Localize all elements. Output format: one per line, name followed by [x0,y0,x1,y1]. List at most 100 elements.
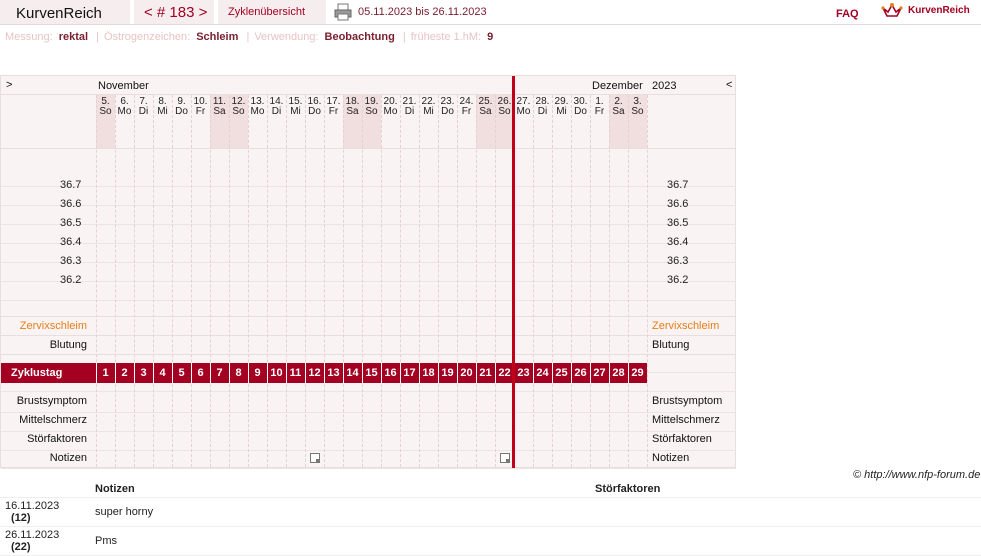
cycle-navigator[interactable]: < # 183 > [134,0,214,24]
note-date: 16.11.2023 [5,500,60,512]
weekday: Di [404,106,415,117]
faq-link[interactable]: FAQ [836,8,859,20]
cycle-day-number: 14 [346,367,359,379]
stoer-header: Störfaktoren [595,483,661,495]
note-icon[interactable] [500,453,510,463]
cycle-day-divider [609,363,610,383]
weekday: Mi [556,106,567,117]
weekday: Sa [213,106,226,117]
app-title: KurvenReich [0,0,130,24]
notes-table: Notizen Störfaktoren 16.11.2023 (12) supe… [0,481,981,556]
crown-logo-icon [881,3,903,17]
meta-separator: | [96,31,99,43]
cycle-overview-link[interactable]: Zyklenübersicht [218,0,326,24]
grid-column [248,95,249,467]
grid-column [172,95,173,467]
grid-column [495,95,496,467]
nav-prev-button[interactable]: > [6,79,12,91]
cycle-day-number: 24 [536,367,549,379]
cycle-day-divider [362,363,363,383]
cycle-day-divider [400,363,401,383]
grid-line [1,281,736,282]
cycle-day-number: 4 [159,367,166,379]
row-label-cervix: Zervixschleim [19,320,87,332]
meta-label: Messung: [5,31,53,43]
weekday: Fr [328,106,339,117]
date-range: 05.11.2023 bis 26.11.2023 [358,6,487,18]
cycle-day-number: 23 [517,367,530,379]
weekday: So [631,106,644,117]
grid-column [362,95,363,467]
grid-column [400,95,401,467]
row-label-bleeding: Blutung [49,339,87,351]
cycle-day-divider [172,363,173,383]
note-cycle-day: (12) [11,512,31,524]
grid-column [134,95,135,467]
cycle-day-number: 1 [102,367,109,379]
cycle-day-number: 25 [555,367,568,379]
temp-label-left: 36.4 [60,236,82,248]
grid-column [552,95,553,467]
row-label-stoer: Störfaktoren [27,433,87,445]
grid-line [1,316,736,317]
grid-column [153,95,154,467]
weekday: Mo [250,106,265,117]
weekday: Do [175,106,188,117]
cycle-day-divider [248,363,249,383]
cycle-day-number: 10 [270,367,283,379]
cycle-day-number: 3 [140,367,147,379]
cycle-day-divider [115,363,116,383]
cycle-day-number: 27 [593,367,606,379]
grid-line [1,391,736,392]
row-label-right-bleeding: Blutung [652,339,690,351]
row-label-right-stoer: Störfaktoren [652,433,712,445]
grid-line [1,468,736,469]
temp-label-right: 36.4 [667,236,689,248]
nav-next-button[interactable]: < [726,79,732,91]
cycle-day-divider [324,363,325,383]
cycle-day-divider [286,363,287,383]
weekday: Di [271,106,282,117]
copyright[interactable]: © http://www.nfp-forum.de [853,469,980,481]
cycle-day-number: 28 [612,367,625,379]
weekday: Do [574,106,587,117]
meta-value: Schleim [196,31,239,43]
row-label-right-breast: Brustsymptom [652,395,723,407]
cycle-day-divider [552,363,553,383]
meta-label: Östrogenzeichen: [103,31,191,43]
cycle-day-number: 16 [384,367,397,379]
grid-column [533,95,534,467]
row-label-right-cervix: Zervixschleim [652,320,720,332]
cycle-day-divider [419,363,420,383]
table-row: 26.11.2023 (22) Pms [0,527,981,556]
cycle-day-number: 20 [460,367,473,379]
temp-label-left: 36.2 [60,274,82,286]
cycle-day-divider [96,363,97,383]
print-icon[interactable] [334,3,352,21]
weekday: So [99,106,112,117]
header-divider [0,24,981,25]
grid-line [1,186,736,187]
grid-line [1,354,736,355]
meta-value: rektal [58,31,89,43]
month-dezember: Dezember [592,80,643,92]
today-marker [512,76,515,468]
cycle-day-number: 2 [121,367,128,379]
cycle-day-divider [267,363,268,383]
cycle-day-divider [495,363,496,383]
brand-name[interactable]: KurvenReich [908,5,970,16]
grid-line [1,450,736,451]
grid-column [324,95,325,467]
temp-label-left: 36.5 [60,217,82,229]
weekday: Mo [383,106,398,117]
note-icon[interactable] [310,453,320,463]
cycle-day-divider [210,363,211,383]
cycle-day-divider [476,363,477,383]
weekday: Mi [423,106,434,117]
grid-column [286,95,287,467]
grid-line [1,243,736,244]
grid-column [628,95,629,467]
row-label-breast: Brustsymptom [16,395,87,407]
weekday: Mo [516,106,531,117]
grid-line [1,94,736,95]
